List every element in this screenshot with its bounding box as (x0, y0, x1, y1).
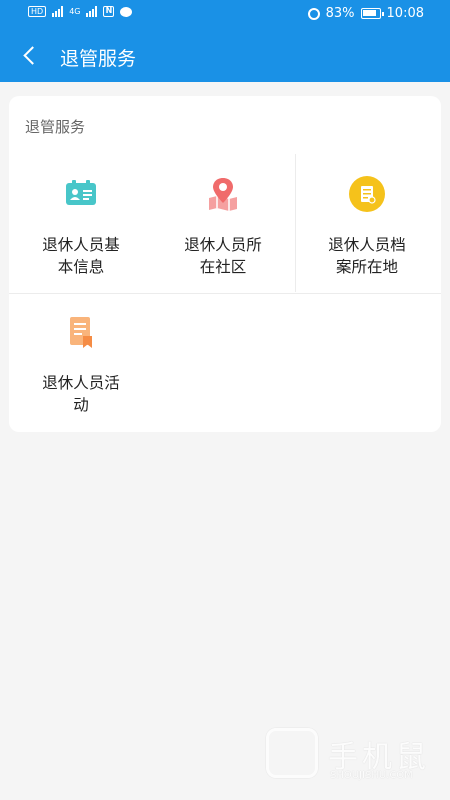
network-label: 4G (69, 7, 81, 16)
service-item-label: 退休人员基 本信息 (42, 236, 120, 276)
status-bar: HD 4G N 83% 10:08 (0, 0, 450, 30)
page-title: 退管服务 (60, 48, 137, 70)
signal-icon (52, 6, 64, 17)
watermark-logo: 手机鼠 SHOUJISHU.COM (266, 728, 436, 788)
clock: 10:08 (386, 6, 424, 21)
back-button[interactable] (18, 44, 42, 68)
service-item-community[interactable]: 退休人员所 在社区 (151, 156, 295, 294)
service-item-archive[interactable]: 退休人员档 案所在地 (295, 156, 439, 294)
document-icon (70, 317, 92, 348)
signal-icon-2 (86, 6, 98, 17)
watermark-subtext: SHOUJISHU.COM (330, 770, 413, 781)
nav-bar: 退管服务 (0, 30, 450, 82)
service-item-label: 退休人员活动 (42, 374, 120, 414)
service-item-label: 退休人员所 在社区 (184, 236, 262, 276)
service-item-activities[interactable]: 退休人员活动 (9, 294, 153, 432)
service-item-label: 退休人员档 案所在地 (328, 236, 406, 276)
watermark-icon (266, 728, 318, 778)
archive-icon (349, 176, 385, 212)
service-card: 退管服务 退休人员基 本信息 退休人员所 在社区 退休人员档 案所在地 退休人员… (9, 96, 441, 432)
id-card-icon (66, 180, 96, 205)
alarm-icon (307, 7, 320, 20)
battery-icon (360, 8, 384, 19)
top-bar: HD 4G N 83% 10:08 退管服务 (0, 0, 450, 82)
battery-percent: 83% (325, 6, 355, 21)
map-pin-icon (209, 178, 237, 211)
hd-badge: HD (28, 6, 47, 17)
nfc-icon: N (103, 6, 115, 17)
message-icon (120, 6, 133, 17)
section-title: 退管服务 (25, 118, 86, 136)
service-item-basic-info[interactable]: 退休人员基 本信息 (9, 156, 153, 294)
